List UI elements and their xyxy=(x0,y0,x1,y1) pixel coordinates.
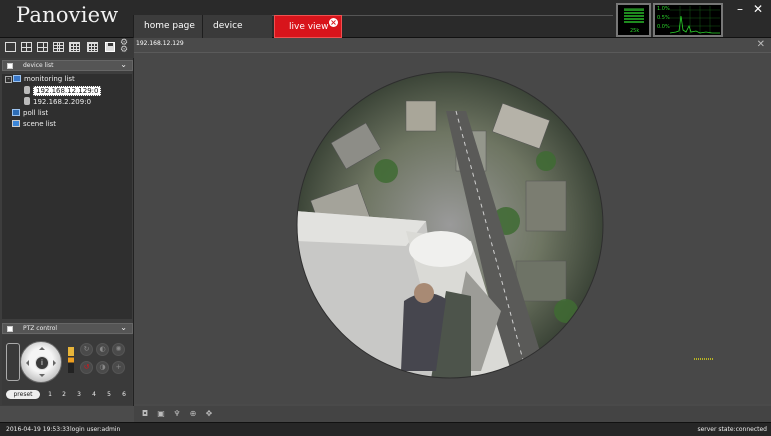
preset-3[interactable]: 3 xyxy=(73,390,85,399)
ptz-panel: i ↻ ◐ ✺ ↺ ◑ + preset 1 2 3 4 5 6 xyxy=(2,335,132,405)
tree-item-label: scene list xyxy=(23,120,57,128)
status-bar: 2016-04-19 19:53:33 login user:admin ser… xyxy=(0,422,771,436)
ptz-move-icon[interactable]: ✥ xyxy=(204,409,214,419)
ptz-grip-icon xyxy=(6,343,20,381)
app-logo: Panoview xyxy=(16,3,119,27)
status-user: login user:admin xyxy=(70,426,121,433)
left-panel: ⚙ ⚙ device list ⌄ - monitoring list 192.1… xyxy=(0,38,134,406)
ptz-control-header[interactable]: PTZ control ⌄ xyxy=(2,323,133,334)
zoom-in-icon[interactable]: ↻ xyxy=(80,343,93,356)
device-tree: - monitoring list 192.168.12.129:0 192.1… xyxy=(2,74,132,319)
tab-close-icon[interactable]: × xyxy=(329,18,338,27)
preset-row: preset 1 2 3 4 5 6 xyxy=(6,390,130,400)
preset-button[interactable]: preset xyxy=(6,390,40,399)
tree-item-label: 192.168.12.129:0 xyxy=(33,86,102,96)
app-window: Panoview home page device manag... live … xyxy=(0,0,771,436)
tab-home-page-label: home page xyxy=(144,21,195,31)
ptz-direction-pad[interactable]: i xyxy=(20,341,62,383)
top-bar: Panoview home page device manag... live … xyxy=(0,0,771,54)
preset-6[interactable]: 6 xyxy=(118,390,130,399)
network-value: 25k xyxy=(630,28,640,34)
ptz-up-icon[interactable] xyxy=(39,344,45,350)
device-list-header[interactable]: device list ⌄ xyxy=(2,60,133,71)
zoom-icon[interactable]: ⊕ xyxy=(188,409,198,419)
video-toolbar: ◘ ▣ ♆ ⊕ ✥ xyxy=(134,406,771,422)
camera-icon xyxy=(24,97,30,105)
save-layout-icon[interactable] xyxy=(105,42,115,52)
status-time: 2016-04-19 19:53:33 xyxy=(6,426,70,433)
preset-4[interactable]: 4 xyxy=(88,390,100,399)
poll-icon xyxy=(12,109,20,116)
scene-icon xyxy=(12,120,20,127)
layout-25-icon[interactable] xyxy=(87,42,98,52)
ptz-center-icon[interactable]: i xyxy=(35,356,49,370)
tree-item-label: monitoring list xyxy=(24,75,75,83)
tab-home-page[interactable]: home page xyxy=(133,15,202,38)
close-window-button[interactable]: ✕ xyxy=(753,2,763,16)
collapse-icon[interactable]: - xyxy=(5,76,12,83)
tree-item-device-2[interactable]: 192.168.2.209:0 xyxy=(24,97,91,107)
layout-4-icon[interactable] xyxy=(21,42,32,52)
chevron-down-icon[interactable]: ⌄ xyxy=(120,323,127,333)
tab-live-view[interactable]: live view × xyxy=(274,15,342,38)
status-server: server state:connected xyxy=(697,426,767,433)
tree-item-device-1[interactable]: 192.168.12.129:0 xyxy=(24,86,102,96)
tab-device-management[interactable]: device manag... xyxy=(202,15,272,54)
layout-9-icon[interactable] xyxy=(53,42,64,52)
iris-icon[interactable]: ✺ xyxy=(112,343,125,356)
fullscreen-icon[interactable]: ▣ xyxy=(156,409,166,419)
preset-1[interactable]: 1 xyxy=(44,390,56,399)
cpu-graph xyxy=(670,6,720,34)
cpu-monitor: 1.0% 0.5% 0.0% xyxy=(653,3,723,37)
device-list-title: device list xyxy=(23,62,54,69)
ptz-left-icon[interactable] xyxy=(23,360,29,366)
microphone-icon[interactable]: ♆ xyxy=(172,409,182,419)
panel-pin-icon xyxy=(7,63,13,69)
video-viewport[interactable] xyxy=(134,52,771,404)
network-monitor: 25k xyxy=(616,3,651,37)
fisheye-video-frame[interactable] xyxy=(296,71,604,379)
layout-16-icon[interactable] xyxy=(69,42,80,52)
layout-6-icon[interactable] xyxy=(37,42,48,52)
panel-pin-icon xyxy=(7,326,13,332)
cpu-label-bottom: 0.0% xyxy=(657,24,670,30)
video-overlay-marker xyxy=(694,358,714,360)
chevron-down-icon[interactable]: ⌄ xyxy=(120,60,127,70)
tree-item-label: poll list xyxy=(23,109,49,117)
zoom-out-icon[interactable]: ↺ xyxy=(80,361,93,374)
video-panel: 192.168.12.129 ✕ xyxy=(134,38,771,406)
ptz-speed-slider[interactable] xyxy=(68,347,74,373)
ptz-down-icon[interactable] xyxy=(39,374,45,380)
ptz-right-icon[interactable] xyxy=(53,360,59,366)
preset-5[interactable]: 5 xyxy=(103,390,115,399)
tab-live-view-label: live view xyxy=(289,22,329,32)
network-bars xyxy=(624,8,644,26)
tree-item-scene-list[interactable]: scene list xyxy=(12,119,56,129)
tree-item-monitoring-list[interactable]: monitoring list xyxy=(13,74,75,84)
tree-item-poll-list[interactable]: poll list xyxy=(12,108,48,118)
ptz-control-title: PTZ control xyxy=(23,325,58,332)
layout-toolbar: ⚙ ⚙ xyxy=(0,38,134,58)
settings-icon[interactable]: ⚙ ⚙ xyxy=(120,39,128,55)
video-close-icon[interactable]: ✕ xyxy=(757,39,765,50)
preset-2[interactable]: 2 xyxy=(58,390,70,399)
minimize-button[interactable]: – xyxy=(737,2,743,16)
wiper-icon[interactable]: + xyxy=(112,361,125,374)
light-icon[interactable]: ◑ xyxy=(96,361,109,374)
tree-item-label: 192.168.2.209:0 xyxy=(33,98,92,106)
layout-1-icon[interactable] xyxy=(5,42,16,52)
focus-icon[interactable]: ◐ xyxy=(96,343,109,356)
snapshot-icon[interactable]: ◘ xyxy=(140,409,150,419)
video-title: 192.168.12.129 xyxy=(136,40,184,47)
camera-icon xyxy=(24,86,30,94)
cpu-label-mid: 0.5% xyxy=(657,15,670,21)
monitor-icon xyxy=(13,75,21,82)
cpu-label-top: 1.0% xyxy=(657,6,670,12)
